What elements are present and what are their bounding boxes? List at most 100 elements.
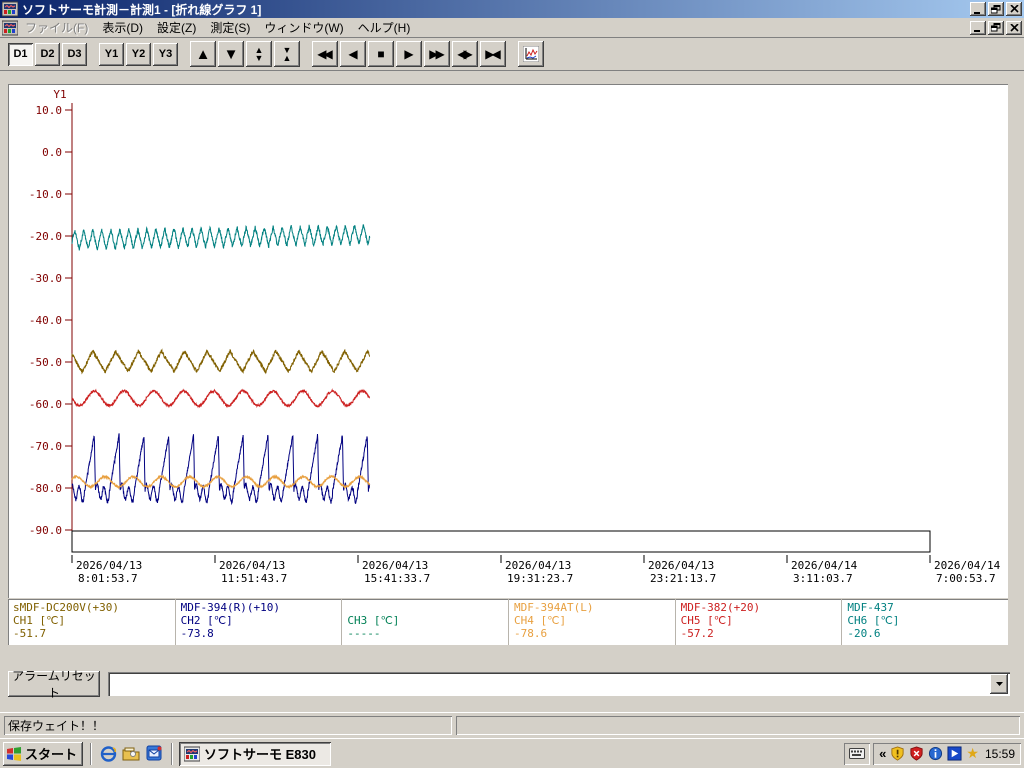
child-close-button[interactable] bbox=[1006, 20, 1022, 35]
channel-4-value: -78.6 bbox=[514, 627, 548, 640]
child-minimize-button[interactable] bbox=[970, 20, 986, 35]
channel-1-value: -51.7 bbox=[13, 627, 47, 640]
channel-1-label: CH1 [℃] bbox=[13, 614, 66, 627]
alarm-combobox[interactable] bbox=[108, 672, 1010, 696]
channel-4-cell: MDF-394AT(L) CH4 [℃] -78.6 bbox=[508, 599, 675, 645]
graph-group bbox=[518, 41, 544, 67]
alarm-reset-button[interactable]: アラームリセット bbox=[8, 669, 100, 700]
restore-button[interactable] bbox=[988, 2, 1004, 16]
show-desktop-icon[interactable] bbox=[121, 744, 141, 764]
task-button-label: ソフトサーモ E830 bbox=[204, 747, 316, 762]
minimize-button[interactable] bbox=[970, 2, 986, 16]
stop-button[interactable]: ■ bbox=[368, 41, 394, 67]
svg-text:3:11:03.7: 3:11:03.7 bbox=[793, 572, 853, 585]
taskbar-separator bbox=[90, 742, 92, 765]
combobox-dropdown-button[interactable] bbox=[990, 674, 1008, 694]
axis-y1-button[interactable]: Y1 bbox=[99, 42, 124, 66]
outlook-express-icon[interactable] bbox=[144, 744, 164, 764]
scroll-down-button[interactable]: ▼ bbox=[218, 41, 244, 67]
keyboard-icon bbox=[849, 748, 866, 759]
app-icon[interactable] bbox=[2, 1, 18, 17]
channel-6-value: -20.6 bbox=[847, 627, 881, 640]
view-d1-button[interactable]: D1 bbox=[8, 42, 33, 66]
title-bar: ソフトサーモ計測－計測1 - [折れ線グラフ 1] bbox=[0, 0, 1024, 18]
warning-shield-icon[interactable] bbox=[890, 746, 905, 761]
child-restore-button[interactable] bbox=[988, 20, 1004, 35]
rewind-fast-button[interactable]: ◀◀ bbox=[312, 41, 338, 67]
svg-text:2026/04/14: 2026/04/14 bbox=[934, 559, 1001, 572]
channel-6-label: CH6 [℃] bbox=[847, 614, 900, 627]
compress-vertical-button[interactable]: ▼ ▲ bbox=[274, 41, 300, 67]
system-tray: « ★ 15:59 bbox=[873, 743, 1021, 765]
forward-fast-button[interactable]: ▶▶ bbox=[424, 41, 450, 67]
channel-1-cell: sMDF-DC200V(+30) CH1 [℃] -51.7 bbox=[8, 599, 175, 645]
menu-settings[interactable]: 設定(Z) bbox=[150, 17, 203, 38]
axis-y3-button[interactable]: Y3 bbox=[153, 42, 178, 66]
svg-text:Y1: Y1 bbox=[53, 88, 66, 101]
channel-3-label: CH3 [℃] bbox=[347, 614, 400, 627]
internet-explorer-icon[interactable] bbox=[98, 744, 118, 764]
menu-window[interactable]: ウィンドウ(W) bbox=[257, 17, 350, 38]
media-play-tray-icon[interactable] bbox=[947, 746, 962, 761]
tray-expand-chevron[interactable]: « bbox=[879, 746, 886, 761]
scroll-up-button[interactable]: ▲ bbox=[190, 41, 216, 67]
svg-text:2026/04/13: 2026/04/13 bbox=[362, 559, 428, 572]
star-tray-icon[interactable]: ★ bbox=[966, 745, 979, 762]
desktop: ソフトサーモ計測－計測1 - [折れ線グラフ 1] ファイル(F) 表示(D) … bbox=[0, 0, 1024, 768]
step-back-button[interactable]: ◀ bbox=[340, 41, 366, 67]
window-title: ソフトサーモ計測－計測1 - [折れ線グラフ 1] bbox=[22, 2, 262, 17]
step-forward-button[interactable]: ▶ bbox=[396, 41, 422, 67]
svg-text:-90.0: -90.0 bbox=[29, 524, 62, 537]
view-d3-button[interactable]: D3 bbox=[62, 42, 87, 66]
svg-text:-80.0: -80.0 bbox=[29, 482, 62, 495]
compress-horizontal-button[interactable]: ▶◀ bbox=[480, 41, 506, 67]
svg-text:-20.0: -20.0 bbox=[29, 230, 62, 243]
svg-text:7:00:53.7: 7:00:53.7 bbox=[936, 572, 996, 585]
svg-text:-40.0: -40.0 bbox=[29, 314, 62, 327]
channel-4-name: MDF-394AT(L) bbox=[514, 601, 594, 614]
line-graph-button[interactable] bbox=[518, 41, 544, 67]
svg-text:-60.0: -60.0 bbox=[29, 398, 62, 411]
channel-5-cell: MDF-382(+20) CH5 [℃] -57.2 bbox=[674, 599, 842, 645]
status-bar: 保存ウェイト！！ bbox=[0, 712, 1024, 738]
status-message: 保存ウェイト！！ bbox=[4, 716, 452, 735]
channel-5-value: -57.2 bbox=[680, 627, 714, 640]
error-shield-icon[interactable] bbox=[909, 746, 924, 761]
expand-vertical-button[interactable]: ▲ ▼ bbox=[246, 41, 272, 67]
close-button[interactable] bbox=[1006, 2, 1022, 16]
menu-measure[interactable]: 測定(S) bbox=[203, 17, 257, 38]
taskbar-separator-2 bbox=[171, 742, 173, 765]
document-icon[interactable] bbox=[2, 20, 18, 36]
channel-4-label: CH4 [℃] bbox=[514, 614, 567, 627]
series-4 bbox=[71, 433, 371, 506]
menu-help[interactable]: ヘルプ(H) bbox=[351, 17, 418, 38]
start-button[interactable]: スタート bbox=[3, 741, 84, 766]
info-balloon-icon[interactable] bbox=[928, 746, 943, 761]
alarm-combobox-value bbox=[108, 672, 988, 696]
svg-text:2026/04/14: 2026/04/14 bbox=[791, 559, 858, 572]
svg-text:-70.0: -70.0 bbox=[29, 440, 62, 453]
menu-file[interactable]: ファイル(F) bbox=[18, 17, 95, 38]
svg-text:0.0: 0.0 bbox=[42, 146, 62, 159]
series-1 bbox=[71, 224, 371, 251]
channel-legend-panel: sMDF-DC200V(+30) CH1 [℃] -51.7 MDF-394(R… bbox=[8, 599, 1008, 645]
view-d2-button[interactable]: D2 bbox=[35, 42, 60, 66]
status-text: 保存ウェイト！！ bbox=[8, 719, 105, 733]
channel-5-label: CH5 [℃] bbox=[680, 614, 733, 627]
windows-logo-icon bbox=[7, 746, 21, 761]
expand-horizontal-button[interactable]: ◀▶ bbox=[452, 41, 478, 67]
svg-text:15:41:33.7: 15:41:33.7 bbox=[364, 572, 430, 585]
clock[interactable]: 15:59 bbox=[985, 747, 1015, 761]
series-3 bbox=[71, 388, 370, 409]
menu-view[interactable]: 表示(D) bbox=[95, 17, 150, 38]
taskbar: スタート ソフトサーモ E830 « ★ 15:59 bbox=[0, 738, 1024, 768]
keyboard-indicator[interactable] bbox=[844, 743, 870, 765]
line-chart: Y1 10.0 0.0 -10.0 -20.0 -30.0 -40.0 -50.0 -60.0 -… bbox=[29, 88, 1001, 585]
svg-text:19:31:23.7: 19:31:23.7 bbox=[507, 572, 573, 585]
task-button-softthermo[interactable]: ソフトサーモ E830 bbox=[179, 741, 332, 766]
up-arrow-icon: ▲ bbox=[195, 45, 211, 63]
data-view-group: D1 D2 D3 bbox=[8, 42, 87, 66]
axis-y2-button[interactable]: Y2 bbox=[126, 42, 151, 66]
svg-text:23:21:13.7: 23:21:13.7 bbox=[650, 572, 716, 585]
channel-2-name: MDF-394(R)(+10) bbox=[180, 601, 280, 614]
